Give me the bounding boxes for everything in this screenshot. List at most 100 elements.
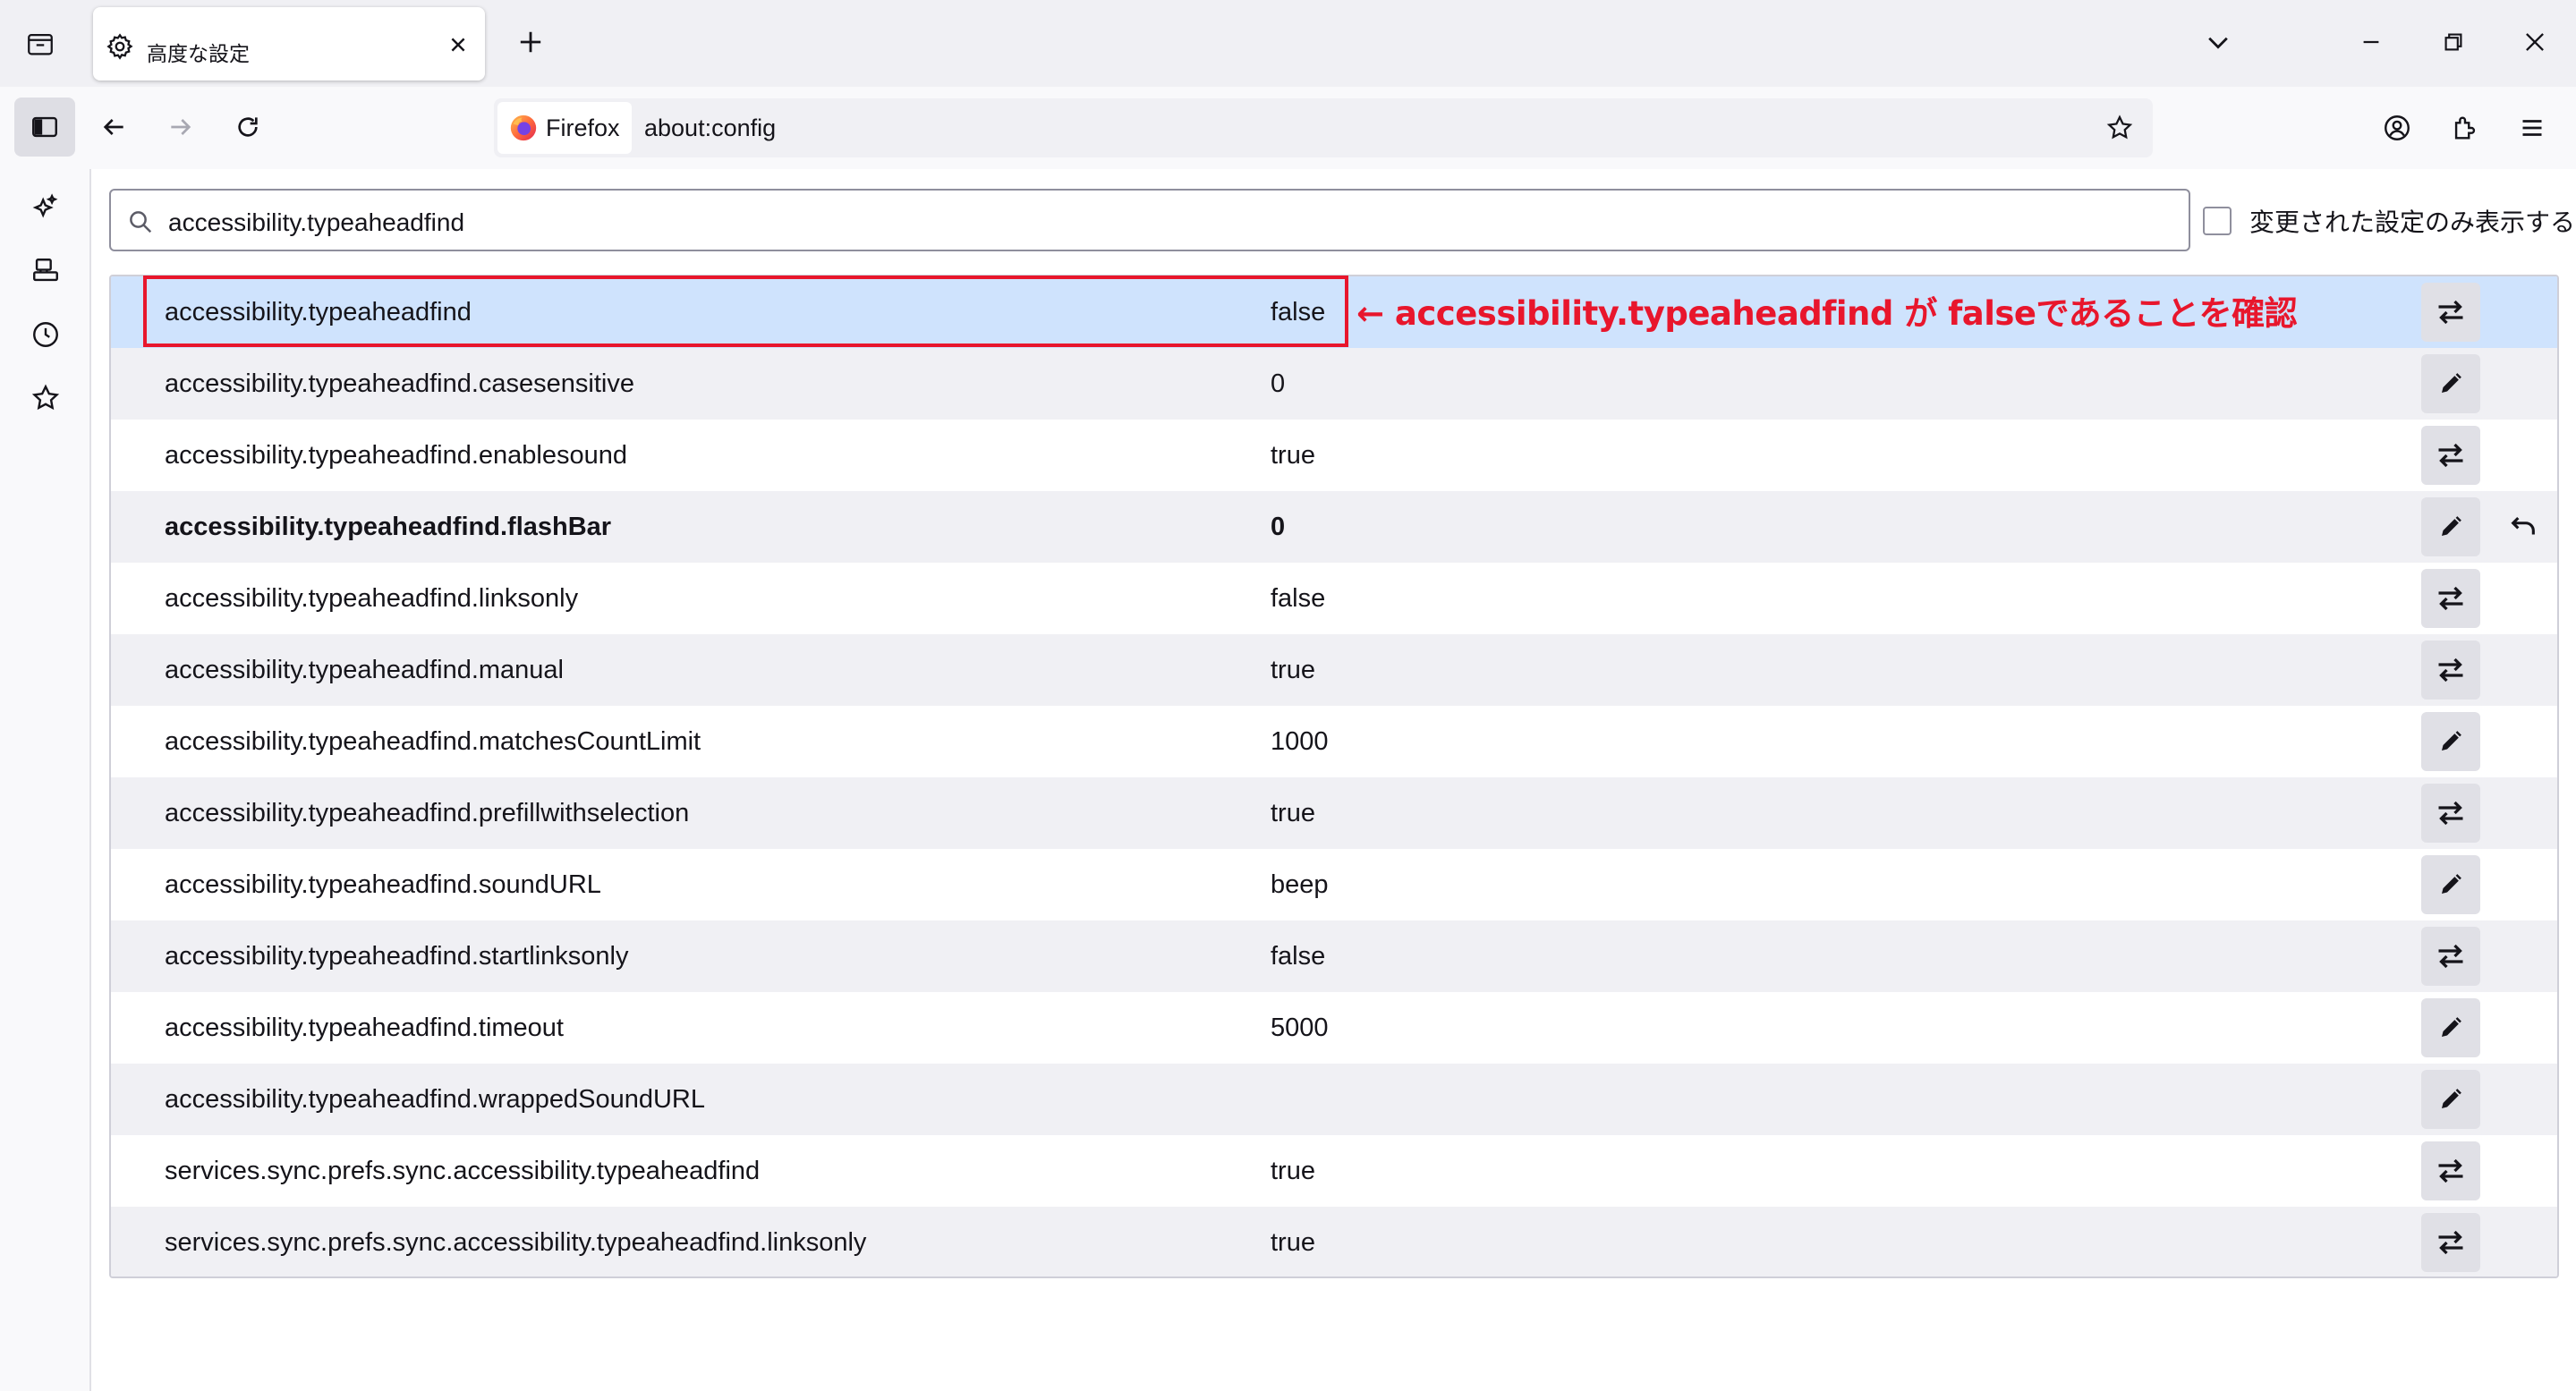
toggle-arrows-icon [2435,654,2467,686]
edit-button[interactable] [2421,497,2480,556]
toggle-button[interactable] [2421,426,2480,485]
puzzle-icon [2454,116,2476,140]
identity-label: Firefox [546,114,620,141]
edit-button[interactable] [2421,712,2480,771]
pref-row[interactable]: services.sync.prefs.sync.accessibility.t… [111,1207,2557,1276]
pencil-icon [2437,370,2464,397]
pref-row[interactable]: accessibility.typeaheadfind.startlinkson… [111,920,2557,992]
close-tab-button[interactable] [444,30,472,59]
history-button[interactable] [25,314,66,355]
restore-button[interactable] [2431,20,2476,64]
url-text[interactable]: about:config [644,115,776,142]
pref-name: accessibility.typeaheadfind.timeout [165,1014,564,1042]
tab-list-button[interactable] [20,23,61,64]
pref-row[interactable]: accessibility.typeaheadfind.manual true [111,634,2557,706]
pref-row[interactable]: accessibility.typeaheadfind.soundURL beep [111,849,2557,920]
pencil-icon [2437,728,2464,755]
forward-button[interactable] [160,106,201,148]
sidebar-toggle-button[interactable] [14,98,75,157]
navigation-toolbar: Firefox about:config [0,87,2576,169]
pref-name: accessibility.typeaheadfind.linksonly [165,584,579,613]
ai-chatbot-button[interactable] [25,187,66,228]
identity-box[interactable]: Firefox [497,102,632,154]
toggle-button[interactable] [2421,1141,2480,1200]
undo-icon [2508,512,2538,542]
pref-value: true [1271,441,1315,470]
pref-name: accessibility.typeaheadfind.manual [165,656,565,684]
pref-row[interactable]: accessibility.typeaheadfind.prefillwiths… [111,777,2557,849]
edit-button[interactable] [2421,1070,2480,1129]
pref-row[interactable]: accessibility.typeaheadfind.matchesCount… [111,706,2557,777]
toggle-arrows-icon [2435,582,2467,615]
pref-value: 5000 [1271,1014,1329,1042]
active-tab[interactable]: 高度な設定 [93,7,485,81]
reload-icon [238,117,258,137]
account-button[interactable] [2377,108,2417,148]
show-modified-only-checkbox[interactable] [2203,207,2232,235]
pencil-icon [2437,871,2464,898]
back-button[interactable] [93,106,134,148]
star-icon [2106,115,2133,140]
toggle-button[interactable] [2421,784,2480,843]
pref-row[interactable]: accessibility.typeaheadfind.flashBar 0 [111,491,2557,563]
sidebar [0,169,91,1391]
synced-tabs-button[interactable] [25,250,66,292]
pref-value: false [1271,584,1326,613]
pref-value: true [1271,1228,1315,1257]
minimize-button[interactable] [2349,20,2393,64]
pref-row[interactable]: accessibility.typeaheadfind.timeout 5000 [111,992,2557,1064]
new-tab-button[interactable] [512,23,549,61]
bookmarks-button[interactable] [25,377,66,419]
plus-icon [520,31,541,53]
pref-name: accessibility.typeaheadfind.startlinkson… [165,942,629,971]
tab-title: 高度な設定 [147,42,250,65]
edit-button[interactable] [2421,855,2480,914]
pref-row[interactable]: accessibility.typeaheadfind.casesensitiv… [111,348,2557,420]
edit-button[interactable] [2421,354,2480,413]
toggle-button[interactable] [2421,927,2480,986]
restore-icon [2444,33,2462,51]
menu-button[interactable] [2512,108,2552,148]
pref-value: 0 [1271,369,1286,398]
pref-row[interactable]: accessibility.typeaheadfind.enablesound t… [111,420,2557,491]
bookmark-star-button[interactable] [2103,111,2137,145]
hamburger-menu-icon [2522,120,2542,136]
toggle-button[interactable] [2421,283,2480,342]
toggle-button[interactable] [2421,569,2480,628]
list-all-tabs-button[interactable] [2196,20,2240,64]
toggle-arrows-icon [2435,940,2467,972]
pref-value: 1000 [1271,727,1329,756]
reload-button[interactable] [227,106,268,148]
close-window-button[interactable] [2512,20,2557,64]
pref-value: true [1271,799,1315,827]
show-modified-only-toggle[interactable]: 変更された設定のみ表示する [2203,203,2575,239]
toggle-button[interactable] [2421,640,2480,700]
pref-value: false [1271,298,1326,327]
synced-tabs-icon [33,259,58,282]
pref-row[interactable]: services.sync.prefs.sync.accessibility.t… [111,1135,2557,1207]
toggle-arrows-icon [2435,797,2467,829]
about-config-page: accessibility.typeaheadfind 変更された設定のみ表示す… [91,169,2576,1391]
show-modified-only-label: 変更された設定のみ表示する [2249,208,2576,236]
pref-row[interactable]: accessibility.typeaheadfind.wrappedSound… [111,1064,2557,1135]
extensions-button[interactable] [2445,108,2485,148]
preferences-table: accessibility.typeaheadfind false accessib… [109,275,2559,1278]
pref-value: 0 [1271,513,1286,541]
toggle-arrows-icon [2435,1155,2467,1187]
firefox-logo-icon [510,115,537,141]
pref-name: accessibility.typeaheadfind [165,298,472,327]
search-icon [130,211,152,233]
url-bar[interactable]: Firefox about:config [494,98,2153,157]
minimize-icon [2363,40,2379,44]
pref-name: accessibility.typeaheadfind.casesensitiv… [165,369,634,398]
reset-button[interactable] [2500,504,2546,550]
pref-row[interactable]: accessibility.typeaheadfind.linksonly fal… [111,563,2557,634]
toggle-button[interactable] [2421,1213,2480,1272]
pref-name: accessibility.typeaheadfind.wrappedSound… [165,1085,706,1114]
edit-button[interactable] [2421,998,2480,1057]
clock-icon [33,322,58,347]
arrow-right-icon [171,119,191,135]
pref-search-input[interactable]: accessibility.typeaheadfind [109,189,2190,251]
toggle-arrows-icon [2435,439,2467,471]
tab-strip: 高度な設定 [0,0,2576,87]
